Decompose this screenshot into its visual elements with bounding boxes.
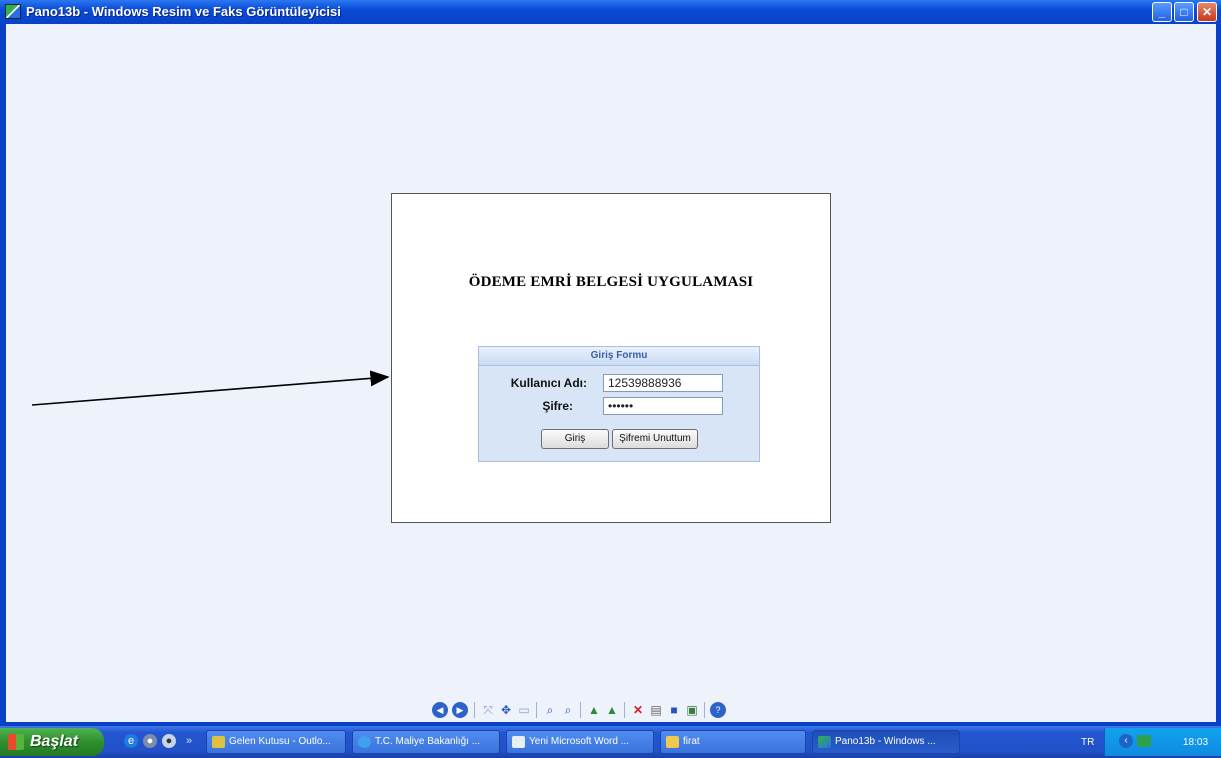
annotation-arrow	[31, 370, 390, 406]
start-label: Başlat	[30, 733, 79, 750]
actual-size-icon[interactable]: ✥	[498, 702, 514, 718]
internet-explorer-icon[interactable]: e	[124, 734, 138, 748]
system-tray: TR ‹ 18:03	[1081, 728, 1221, 756]
language-indicator[interactable]: TR	[1081, 737, 1094, 748]
image-viewer-icon	[818, 736, 831, 748]
next-image-icon[interactable]: ▶	[452, 702, 468, 718]
taskbar-item-word[interactable]: Yeni Microsoft Word ...	[506, 730, 654, 754]
taskbar: Başlat e ● ● » Gelen Kutusu - Outlo... T…	[0, 726, 1221, 758]
zoom-out-icon[interactable]: ⌕	[560, 702, 576, 718]
toolbar-divider	[704, 702, 705, 718]
quicklaunch-browser-icon[interactable]: ●	[143, 734, 157, 748]
network-icon[interactable]	[1137, 735, 1151, 747]
print-icon[interactable]: ▤	[648, 702, 664, 718]
delete-icon[interactable]: ✕	[630, 702, 646, 718]
image-viewer-window: Pano13b - Windows Resim ve Faks Görüntül…	[0, 0, 1221, 726]
outlook-icon	[212, 736, 225, 748]
clock[interactable]: 18:03	[1183, 737, 1208, 748]
taskbar-item-outlook[interactable]: Gelen Kutusu - Outlo...	[206, 730, 346, 754]
slideshow-icon[interactable]: ▭	[516, 702, 532, 718]
taskbar-item-folder[interactable]: firat	[660, 730, 806, 754]
start-button[interactable]: Başlat	[0, 728, 104, 756]
taskbar-item-browser[interactable]: T.C. Maliye Bakanlığı ...	[352, 730, 500, 754]
taskbar-item-image-viewer[interactable]: Pano13b - Windows ...	[812, 730, 960, 754]
task-label: Pano13b - Windows ...	[835, 736, 936, 747]
quicklaunch-overflow-icon[interactable]: »	[184, 734, 194, 748]
toolbar-divider	[536, 702, 537, 718]
previous-image-icon[interactable]: ◀	[432, 702, 448, 718]
tray-back-icon[interactable]: ‹	[1119, 734, 1133, 748]
word-icon	[512, 736, 525, 748]
task-label: Yeni Microsoft Word ...	[529, 736, 630, 747]
folder-icon	[666, 736, 679, 748]
zoom-in-icon[interactable]: ⌕	[542, 702, 558, 718]
toolbar-divider	[580, 702, 581, 718]
rotate-clockwise-icon[interactable]: ▲	[586, 702, 602, 718]
toolbar-divider	[474, 702, 475, 718]
task-label: firat	[683, 736, 700, 747]
quicklaunch-app-icon[interactable]: ●	[162, 734, 176, 748]
best-fit-icon[interactable]: ⤧	[480, 702, 496, 718]
internet-explorer-icon	[358, 736, 371, 748]
task-label: T.C. Maliye Bakanlığı ...	[375, 736, 481, 747]
toolbar-divider	[624, 702, 625, 718]
rotate-counterclockwise-icon[interactable]: ▲	[604, 702, 620, 718]
viewer-toolbar: ◀ ▶ ⤧ ✥ ▭ ⌕ ⌕ ▲ ▲ ✕ ▤ ■ ▣ ?	[432, 700, 792, 722]
save-icon[interactable]: ■	[666, 702, 682, 718]
task-label: Gelen Kutusu - Outlo...	[229, 736, 331, 747]
windows-logo-icon	[8, 734, 24, 750]
help-icon[interactable]: ?	[710, 702, 726, 718]
open-editor-icon[interactable]: ▣	[684, 702, 700, 718]
